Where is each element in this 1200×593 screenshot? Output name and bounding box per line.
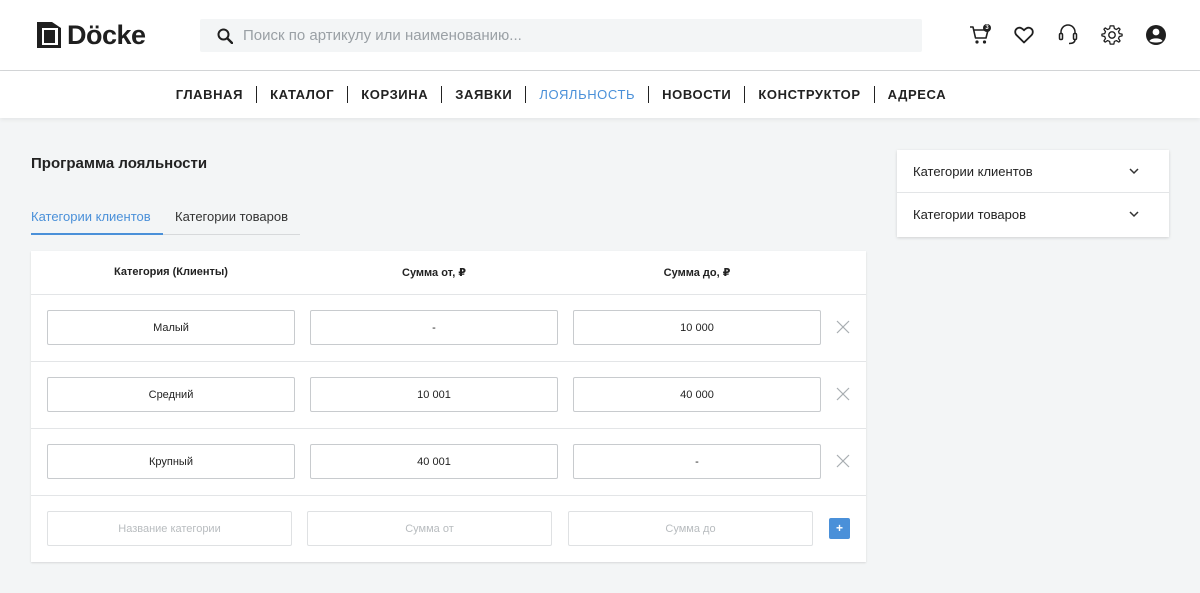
- sum-to-field[interactable]: 10 000: [573, 310, 821, 345]
- new-category-name-input[interactable]: [47, 511, 292, 546]
- table-row: Малый - 10 000: [31, 295, 866, 362]
- header-icons: 3: [968, 22, 1168, 48]
- accordion-label: Категории клиентов: [913, 164, 1033, 179]
- nav-item-catalog[interactable]: КАТАЛОГ: [257, 86, 349, 103]
- nav-item-cart[interactable]: КОРЗИНА: [348, 86, 443, 103]
- cart-icon[interactable]: 3: [968, 22, 992, 48]
- search-bar: [200, 19, 922, 52]
- sum-to-field[interactable]: -: [573, 444, 821, 479]
- header: Döcke 3: [0, 0, 1200, 71]
- heart-icon[interactable]: [1012, 22, 1036, 48]
- category-accordion: Категории клиентов Категории товаров: [897, 150, 1169, 237]
- page-title: Программа лояльности: [31, 155, 208, 172]
- chevron-down-icon: [1129, 168, 1139, 175]
- nav-item-news[interactable]: НОВОСТИ: [649, 86, 746, 103]
- category-field[interactable]: Средний: [47, 377, 295, 412]
- new-sum-from-input[interactable]: [307, 511, 552, 546]
- table-row: Крупный 40 001 -: [31, 429, 866, 496]
- sum-from-field[interactable]: 40 001: [310, 444, 558, 479]
- search-icon[interactable]: [217, 28, 233, 44]
- logo-text: Döcke: [67, 19, 146, 50]
- nav-item-addresses[interactable]: АДРЕСА: [875, 86, 960, 103]
- tab-product-categories[interactable]: Категории товаров: [175, 209, 288, 235]
- logo[interactable]: Döcke: [37, 20, 146, 50]
- cart-badge: 3: [983, 24, 991, 32]
- accordion-item-product-categories[interactable]: Категории товаров: [897, 193, 1169, 237]
- delete-row-close-icon[interactable]: [836, 454, 850, 468]
- delete-row-close-icon[interactable]: [836, 387, 850, 401]
- table-header: Категория (Клиенты) Сумма от, ₽ Сумма до…: [31, 251, 866, 295]
- search-input[interactable]: [243, 27, 922, 44]
- support-headset-icon[interactable]: [1056, 22, 1080, 48]
- new-sum-to-input[interactable]: [568, 511, 813, 546]
- new-category-row: +: [31, 496, 866, 563]
- nav-item-orders[interactable]: ЗАЯВКИ: [442, 86, 527, 103]
- main-nav: ГЛАВНАЯ КАТАЛОГ КОРЗИНА ЗАЯВКИ ЛОЯЛЬНОСТ…: [0, 71, 1200, 118]
- tab-client-categories[interactable]: Категории клиентов: [31, 209, 163, 235]
- nav-item-constructor[interactable]: КОНСТРУКТОР: [745, 86, 875, 103]
- add-category-button[interactable]: +: [829, 518, 850, 539]
- column-header-category: Категория (Клиенты): [114, 266, 228, 278]
- sum-from-field[interactable]: -: [310, 310, 558, 345]
- nav-item-loyalty[interactable]: ЛОЯЛЬНОСТЬ: [526, 86, 650, 103]
- column-header-sum-from: Сумма от, ₽: [402, 267, 466, 279]
- accordion-item-client-categories[interactable]: Категории клиентов: [897, 150, 1169, 193]
- loyalty-table: Категория (Клиенты) Сумма от, ₽ Сумма до…: [31, 251, 866, 562]
- nav-item-home[interactable]: ГЛАВНАЯ: [163, 86, 258, 103]
- logo-mark-icon: [37, 22, 61, 48]
- table-row: Средний 10 001 40 000: [31, 362, 866, 429]
- category-tabs: Категории клиентов Категории товаров: [31, 209, 300, 235]
- sum-from-field[interactable]: 10 001: [310, 377, 558, 412]
- category-field[interactable]: Малый: [47, 310, 295, 345]
- account-icon[interactable]: [1144, 22, 1168, 48]
- column-header-sum-to: Сумма до, ₽: [663, 267, 731, 279]
- category-field[interactable]: Крупный: [47, 444, 295, 479]
- settings-gear-icon[interactable]: [1100, 22, 1124, 48]
- chevron-down-icon: [1129, 211, 1139, 218]
- delete-row-close-icon[interactable]: [836, 320, 850, 334]
- sum-to-field[interactable]: 40 000: [573, 377, 821, 412]
- accordion-label: Категории товаров: [913, 207, 1027, 222]
